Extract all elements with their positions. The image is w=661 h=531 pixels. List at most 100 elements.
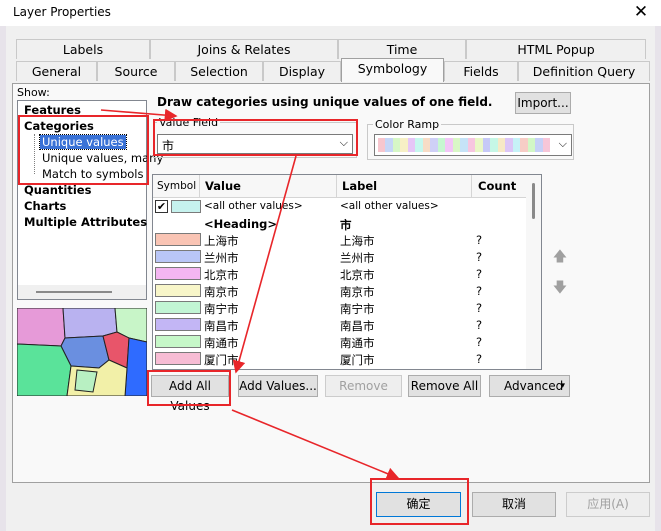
chevron-down-icon: ⌵ (339, 136, 348, 149)
row-label[interactable]: 北京市 (340, 267, 375, 283)
row-value[interactable]: 南通市 (204, 335, 239, 351)
tree-quantities[interactable]: Quantities (24, 183, 91, 197)
tab-source[interactable]: Source (97, 61, 175, 81)
tab-time[interactable]: Time (338, 39, 466, 59)
row-label[interactable]: 上海市 (340, 233, 375, 249)
row-value[interactable]: 南宁市 (204, 301, 239, 317)
row-label[interactable]: 南宁市 (340, 301, 375, 317)
table-vscrollbar-thumb[interactable] (532, 183, 535, 219)
remove-button[interactable]: Remove (325, 375, 402, 397)
tab-definition-query[interactable]: Definition Query (518, 61, 650, 81)
row-count[interactable]: ? (476, 250, 482, 264)
cancel-button[interactable]: 取消 (472, 492, 556, 517)
row-symbol-swatch[interactable] (155, 318, 201, 331)
row-value[interactable]: 北京市 (204, 267, 239, 283)
close-icon[interactable]: ✕ (630, 1, 652, 23)
row-count[interactable]: ? (476, 318, 482, 332)
row-label[interactable]: 南昌市 (340, 318, 375, 334)
color-ramp-dropdown[interactable]: ⌵ (374, 134, 572, 156)
import-button[interactable]: Import... (515, 92, 571, 114)
tree-hscrollbar-thumb[interactable] (36, 291, 112, 293)
all-other-value[interactable]: <all other values> (204, 200, 303, 212)
add-values-button[interactable]: Add Values... (238, 375, 318, 397)
row-count[interactable]: ? (476, 352, 482, 366)
tab-labels[interactable]: Labels (16, 39, 150, 59)
ramp-swatch (520, 138, 528, 152)
tree-features[interactable]: Features (24, 103, 81, 117)
all-other-checkbox[interactable]: ✔ (155, 200, 168, 213)
row-value[interactable]: 兰州市 (204, 250, 239, 266)
tree-categories[interactable]: Categories (24, 119, 94, 133)
remove-all-button[interactable]: Remove All (408, 375, 481, 397)
row-symbol-swatch[interactable] (155, 233, 201, 246)
tree-unique-values[interactable]: Unique values (39, 134, 127, 150)
tree-charts[interactable]: Charts (24, 199, 66, 213)
ramp-swatch (542, 138, 551, 152)
row-count[interactable]: ? (476, 284, 482, 298)
row-count[interactable]: ? (476, 335, 482, 349)
move-down-icon[interactable]: 🡇 (551, 279, 569, 297)
row-label[interactable]: 南通市 (340, 335, 375, 351)
map-preview (17, 308, 147, 396)
background-map-edge (0, 26, 6, 531)
tab-fields[interactable]: Fields (444, 61, 518, 81)
row-symbol-swatch[interactable] (155, 267, 201, 280)
all-other-swatch[interactable] (171, 200, 201, 213)
advanced-button[interactable]: Advanced ▾ (489, 375, 570, 397)
row-label[interactable]: 厦门市 (340, 352, 375, 368)
row-value[interactable]: 南昌市 (204, 318, 239, 334)
tree-connector (34, 134, 36, 174)
tab-joins-relates[interactable]: Joins & Relates (150, 39, 338, 59)
move-up-icon[interactable]: 🡅 (551, 248, 569, 266)
header-count[interactable]: Count (478, 179, 516, 193)
ramp-swatch (505, 138, 513, 152)
row-symbol-swatch[interactable] (155, 250, 201, 263)
row-label[interactable]: 兰州市 (340, 250, 375, 266)
header-label[interactable]: Label (342, 179, 377, 193)
row-count[interactable]: ? (476, 267, 482, 281)
tab-display[interactable]: Display (263, 61, 341, 81)
value-field-value: 市 (162, 139, 175, 153)
tab-html-popup[interactable]: HTML Popup (466, 39, 646, 59)
tab-selection[interactable]: Selection (175, 61, 263, 81)
ok-button[interactable]: 确定 (376, 492, 461, 517)
ramp-swatch (385, 138, 393, 152)
ramp-swatch (415, 138, 423, 152)
tab-symbology[interactable]: Symbology (341, 58, 444, 82)
row-count[interactable]: ? (476, 233, 482, 247)
header-symbol[interactable]: Symbol (157, 180, 196, 192)
row-value[interactable]: 南京市 (204, 284, 239, 300)
ramp-swatch (392, 138, 401, 152)
heading-row-value[interactable]: <Heading> (204, 217, 277, 231)
row-symbol-swatch[interactable] (155, 301, 201, 314)
value-field-label: Value Field (157, 116, 221, 129)
row-count[interactable]: ? (476, 369, 482, 370)
row-value[interactable]: 上海市 (204, 233, 239, 249)
apply-button[interactable]: 应用(A) (566, 492, 650, 517)
ramp-swatch (467, 138, 476, 152)
row-symbol-swatch[interactable] (155, 335, 201, 348)
color-ramp-swatches (378, 138, 551, 152)
add-all-values-button[interactable]: Add All Values (151, 375, 229, 413)
tab-general[interactable]: General (16, 61, 97, 81)
ramp-swatch (437, 138, 446, 152)
row-symbol-swatch[interactable] (155, 352, 201, 365)
row-symbol-swatch[interactable] (155, 284, 201, 297)
ramp-swatch (378, 138, 386, 152)
background-map-edge (655, 26, 661, 531)
row-symbol-swatch[interactable] (155, 369, 201, 370)
tree-match-to-symbols[interactable]: Match to symbols in a (42, 167, 144, 181)
row-count[interactable]: ? (476, 301, 482, 315)
ramp-swatch (512, 138, 521, 152)
advanced-label: Advanced (504, 379, 564, 393)
all-other-label[interactable]: <all other values> (340, 200, 439, 212)
header-value[interactable]: Value (205, 179, 241, 193)
ramp-swatch (460, 138, 468, 152)
ramp-swatch (527, 138, 536, 152)
heading-row-label[interactable]: 市 (340, 217, 352, 233)
row-label[interactable]: 南京市 (340, 284, 375, 300)
value-field-dropdown[interactable]: 市 ⌵ (157, 134, 353, 154)
tree-multiple-attributes[interactable]: Multiple Attributes (24, 215, 147, 229)
row-value[interactable]: 厦门市 (204, 352, 239, 368)
tree-unique-values-many[interactable]: Unique values, many (42, 151, 163, 165)
